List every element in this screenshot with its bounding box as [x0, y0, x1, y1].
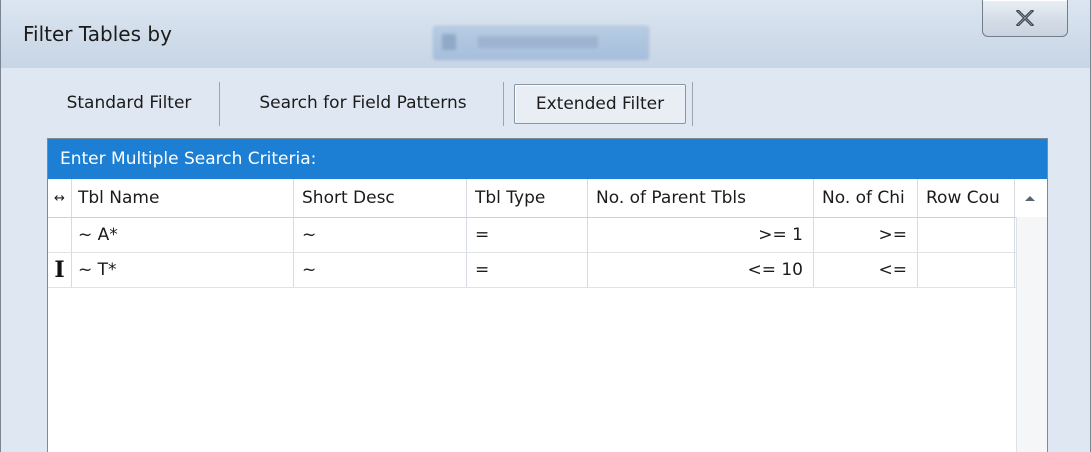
resize-horizontal-icon[interactable]: ↔	[48, 179, 72, 217]
scroll-up-arrow-icon[interactable]	[1015, 179, 1045, 217]
cell-child-tbls[interactable]: <=	[814, 253, 918, 287]
grid-header-row: ↔ Tbl Name Short Desc Tbl Type No. of Pa…	[48, 179, 1047, 218]
cell-tbl-name[interactable]: ~ T*	[72, 253, 294, 287]
tab-divider	[503, 82, 504, 126]
tab-search-field-patterns[interactable]: Search for Field Patterns	[229, 84, 497, 122]
text-cursor-icon: I	[48, 253, 72, 287]
cell-parent-tbls[interactable]: >= 1	[588, 218, 814, 252]
row-indicator[interactable]	[48, 218, 72, 252]
cell-tbl-type[interactable]: =	[467, 218, 588, 252]
column-header-short-desc[interactable]: Short Desc	[294, 179, 467, 217]
cell-short-desc[interactable]: ~	[294, 253, 467, 287]
cell-tbl-type[interactable]: =	[467, 253, 588, 287]
close-button[interactable]	[982, 0, 1068, 37]
criteria-grid: ↔ Tbl Name Short Desc Tbl Type No. of Pa…	[48, 179, 1047, 452]
column-header-tbl-name[interactable]: Tbl Name	[72, 179, 294, 217]
tab-standard-filter[interactable]: Standard Filter	[49, 84, 209, 122]
panel-header: Enter Multiple Search Criteria:	[48, 139, 1047, 179]
cell-parent-tbls[interactable]: <= 10	[588, 253, 814, 287]
ghost-label	[478, 36, 598, 48]
tab-extended-filter[interactable]: Extended Filter	[514, 84, 686, 124]
column-header-row-count[interactable]: Row Cou	[918, 179, 1015, 217]
tab-divider	[219, 82, 220, 126]
filter-tabs: Standard Filter Search for Field Pattern…	[1, 68, 1090, 138]
tab-divider	[692, 82, 693, 126]
filter-tables-dialog: Filter Tables by Standard Filter Search …	[0, 0, 1091, 452]
table-row[interactable]: ~ A* ~ = >= 1 >=	[48, 218, 1047, 253]
column-header-tbl-type[interactable]: Tbl Type	[467, 179, 588, 217]
vertical-scrollbar[interactable]	[1016, 217, 1047, 452]
cell-short-desc[interactable]: ~	[294, 218, 467, 252]
advanced-search-button-ghost	[433, 26, 649, 60]
title-bar: Filter Tables by	[1, 0, 1090, 68]
close-icon	[1016, 10, 1034, 26]
window-title: Filter Tables by	[23, 22, 172, 46]
cell-row-count[interactable]	[918, 218, 1015, 252]
column-header-parent-tbls[interactable]: No. of Parent Tbls	[588, 179, 814, 217]
search-icon	[442, 34, 456, 50]
cell-child-tbls[interactable]: >=	[814, 218, 918, 252]
cell-row-count[interactable]	[918, 253, 1015, 287]
criteria-panel: Enter Multiple Search Criteria: ↔ Tbl Na…	[47, 138, 1048, 452]
column-header-child-tbls[interactable]: No. of Chi	[814, 179, 918, 217]
cell-tbl-name[interactable]: ~ A*	[72, 218, 294, 252]
table-row[interactable]: I ~ T* ~ = <= 10 <=	[48, 253, 1047, 288]
